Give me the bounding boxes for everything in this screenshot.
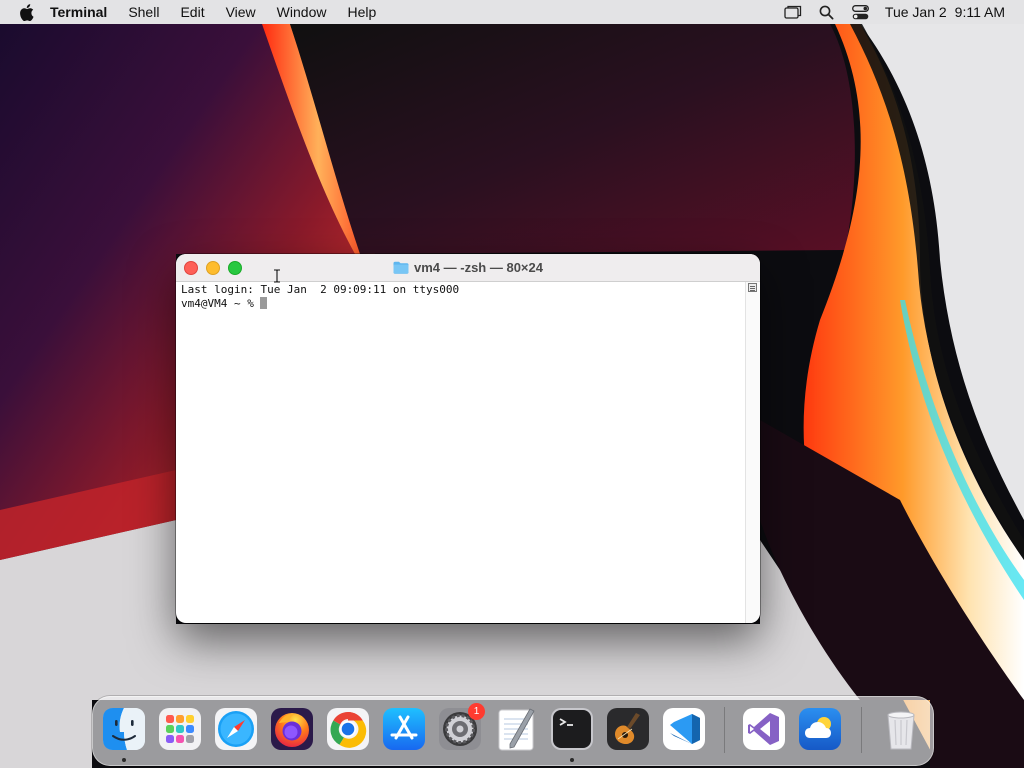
- launchpad-icon[interactable]: [158, 707, 202, 751]
- menu-view[interactable]: View: [226, 4, 256, 20]
- firefox-icon[interactable]: [270, 707, 314, 751]
- visual-studio-icon[interactable]: [742, 707, 786, 751]
- ibeam-cursor-icon: [274, 269, 280, 283]
- garageband-icon[interactable]: [606, 707, 650, 751]
- spotlight-search-icon[interactable]: [817, 2, 837, 22]
- control-center-icon[interactable]: [851, 2, 871, 22]
- vscode-icon[interactable]: [662, 707, 706, 751]
- menu-window[interactable]: Window: [277, 4, 327, 20]
- textedit-icon[interactable]: [494, 707, 538, 751]
- window-title: vm4 — -zsh — 80×24: [176, 254, 760, 281]
- dock-separator: [724, 707, 725, 753]
- menu-help[interactable]: Help: [347, 4, 376, 20]
- terminal-icon[interactable]: [550, 707, 594, 751]
- dock-separator: [861, 707, 862, 753]
- finder-icon[interactable]: [102, 707, 146, 751]
- folder-icon: [393, 261, 409, 274]
- menu-bar-clock[interactable]: Tue Jan 2 9:11 AM: [885, 4, 1005, 20]
- window-title-text: vm4 — -zsh — 80×24: [414, 260, 543, 275]
- running-indicator-finder: [122, 758, 126, 762]
- safari-icon[interactable]: [214, 707, 258, 751]
- clock-time: 9:11 AM: [954, 4, 1005, 20]
- menu-app-name[interactable]: Terminal: [50, 4, 107, 20]
- clock-date: Tue Jan 2: [884, 4, 947, 20]
- terminal-window[interactable]: vm4 — -zsh — 80×24 Last login: Tue Jan 2…: [176, 254, 760, 623]
- terminal-prompt: vm4@VM4 ~ %: [181, 297, 261, 310]
- window-titlebar[interactable]: vm4 — -zsh — 80×24: [176, 254, 760, 282]
- menu-bar: Terminal Shell Edit View Window Help Tue…: [0, 0, 1024, 24]
- app-store-icon[interactable]: [382, 707, 426, 751]
- menu-edit[interactable]: Edit: [180, 4, 204, 20]
- running-indicator-terminal: [570, 758, 574, 762]
- chrome-icon[interactable]: [326, 707, 370, 751]
- weather-icon[interactable]: [798, 707, 842, 751]
- terminal-line-last-login: Last login: Tue Jan 2 09:09:11 on ttys00…: [181, 283, 460, 296]
- menu-shell[interactable]: Shell: [128, 4, 159, 20]
- terminal-output[interactable]: Last login: Tue Jan 2 09:09:11 on ttys00…: [176, 282, 746, 623]
- system-settings-icon[interactable]: 1: [438, 703, 485, 751]
- notification-badge: 1: [468, 703, 485, 720]
- screen-mirroring-icon[interactable]: [783, 2, 803, 22]
- dock: 1: [92, 696, 934, 766]
- text-cursor: [260, 297, 268, 309]
- terminal-scrollbar[interactable]: [745, 282, 760, 623]
- terminal-prompt-line: vm4@VM4 ~ %: [181, 297, 741, 311]
- trash-icon[interactable]: [879, 707, 923, 751]
- scroll-marker-icon[interactable]: [748, 283, 757, 292]
- apple-menu-icon[interactable]: [16, 2, 36, 22]
